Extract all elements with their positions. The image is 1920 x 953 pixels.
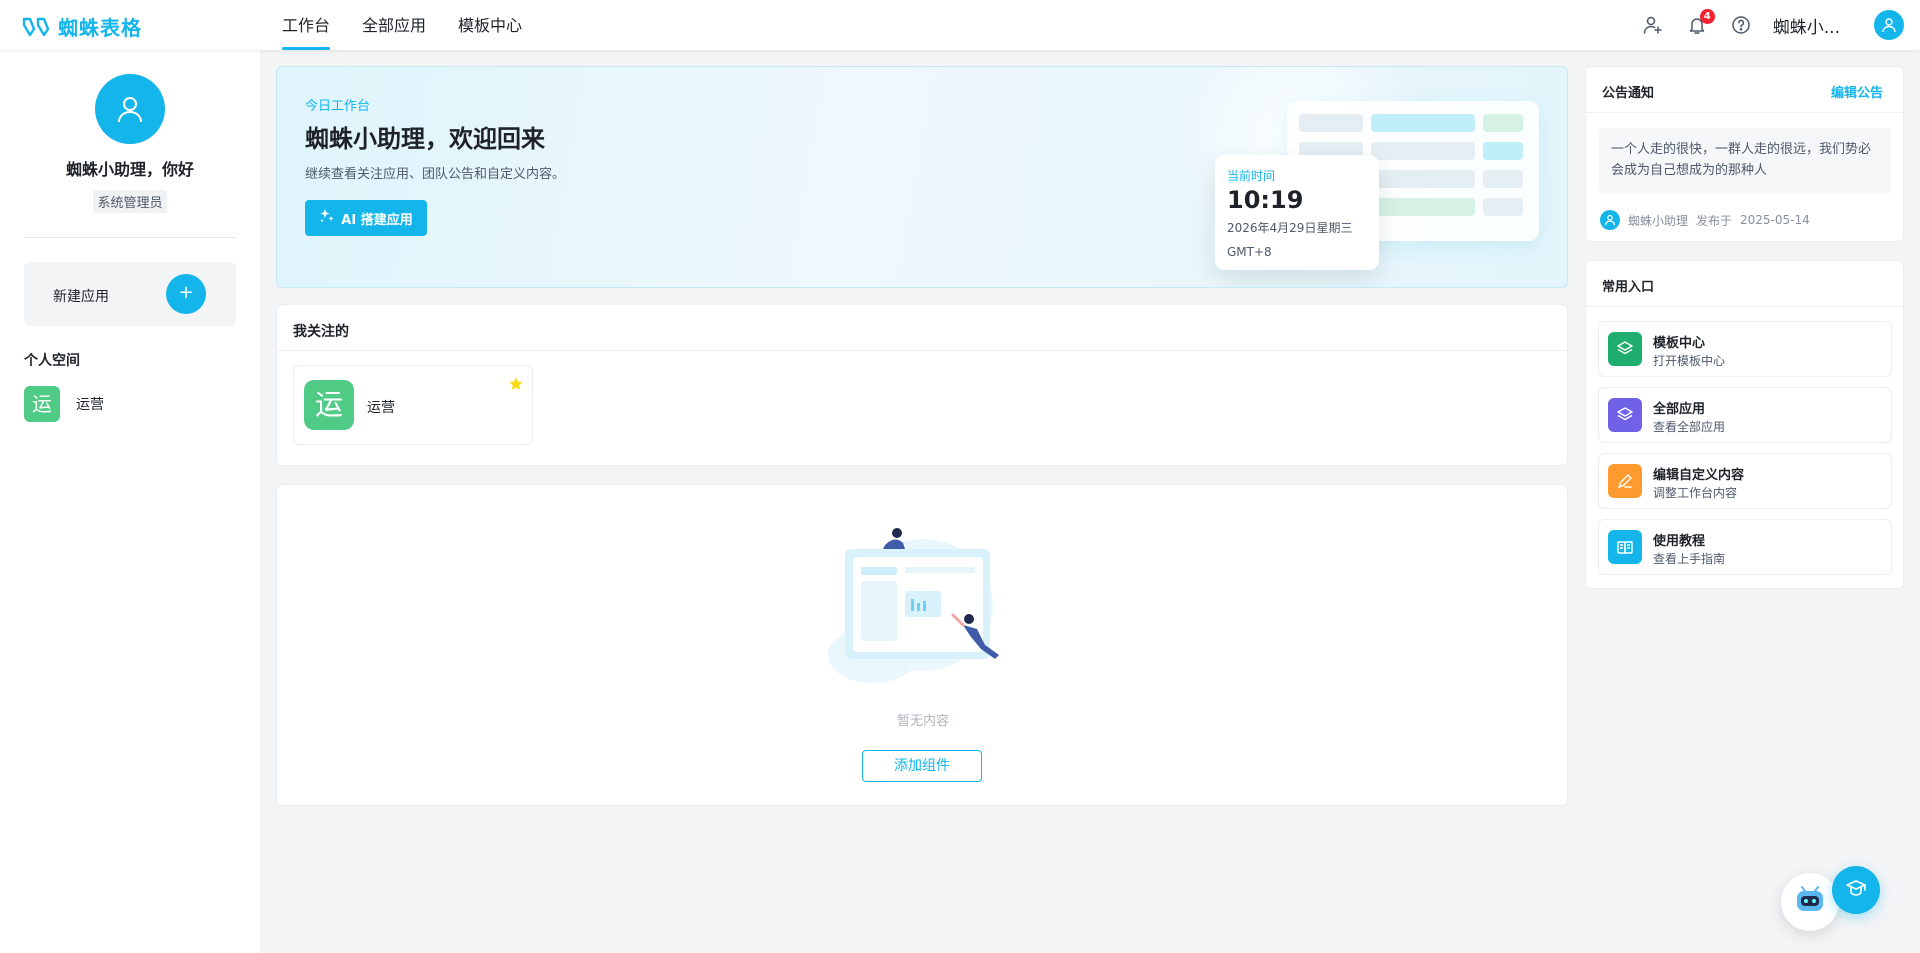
sidebar-item-label: 运营 xyxy=(76,397,104,413)
followed-app-operations[interactable]: 运 运营 xyxy=(293,365,533,445)
hero-title: 蜘蛛小助理，欢迎回来 xyxy=(305,125,545,153)
shortcut-desc: 打开模板中心 xyxy=(1653,354,1726,368)
welcome-hero: 今日工作台 蜘蛛小助理，欢迎回来 继续查看关注应用、团队公告和自定义内容。 AI… xyxy=(276,66,1568,288)
user-avatar-icon[interactable] xyxy=(1874,10,1904,40)
ai-build-app-label: AI 搭建应用 xyxy=(341,212,413,228)
shortcut-template-center[interactable]: 模板中心 打开模板中心 xyxy=(1598,321,1892,377)
ai-build-app-button[interactable]: AI 搭建应用 xyxy=(305,200,427,236)
sidebar-item-operations[interactable]: 运 运营 xyxy=(24,386,104,422)
followed-apps-card: 我关注的 运 运营 xyxy=(276,304,1568,466)
operations-app-icon: 运 xyxy=(24,386,60,422)
logo[interactable]: 蜘蛛表格 xyxy=(22,12,142,41)
main-nav: 工作台 全部应用 模板中心 xyxy=(282,0,522,50)
graduation-cap-icon xyxy=(1845,877,1867,903)
logo-icon xyxy=(22,15,52,39)
book-icon xyxy=(1608,530,1642,564)
shortcut-desc: 调整工作台内容 xyxy=(1653,486,1738,500)
tab-all-apps[interactable]: 全部应用 xyxy=(362,0,426,50)
personal-space-title: 个人空间 xyxy=(24,353,80,369)
layers-icon xyxy=(1608,398,1642,432)
clock-time: 10:19 xyxy=(1227,186,1304,214)
announcement-card: 公告通知 编辑公告 一个人走的很快，一群人走的很远，我们势必会成为自己想成为的那… xyxy=(1585,66,1904,242)
new-app-button[interactable]: + xyxy=(166,274,206,314)
operations-app-icon: 运 xyxy=(304,380,354,430)
followed-apps-title: 我关注的 xyxy=(277,305,1567,351)
shortcut-title: 模板中心 xyxy=(1653,336,1706,351)
clock-date: 2026年4月29日星期三 xyxy=(1227,221,1353,235)
role-badge: 系统管理员 xyxy=(93,190,167,213)
tutorial-float-button[interactable] xyxy=(1832,866,1880,914)
announcement-date: 2025-05-14 xyxy=(1740,213,1810,227)
clock-label: 当前时间 xyxy=(1227,169,1276,183)
empty-text: 暂无内容 xyxy=(896,714,949,729)
add-user-icon[interactable] xyxy=(1641,13,1665,37)
new-app-panel[interactable]: 新建应用 + xyxy=(24,262,236,326)
shortcut-desc: 查看全部应用 xyxy=(1653,420,1726,434)
top-bar: 蜘蛛表格 工作台 全部应用 模板中心 4 蜘蛛小... xyxy=(0,0,1920,50)
help-icon[interactable] xyxy=(1729,13,1753,37)
layers-icon xyxy=(1608,332,1642,366)
robot-icon xyxy=(1793,885,1827,919)
shortcut-title: 全部应用 xyxy=(1653,402,1706,417)
edit-icon xyxy=(1608,464,1642,498)
shortcuts-card: 常用入口 模板中心 打开模板中心 全部应用 查看全部应用 编辑自定义内容 调整工… xyxy=(1585,260,1904,589)
user-name[interactable]: 蜘蛛小... xyxy=(1773,13,1840,38)
current-time-card: 当前时间 10:19 2026年4月29日星期三 GMT+8 xyxy=(1215,155,1379,270)
shortcut-tutorial[interactable]: 使用教程 查看上手指南 xyxy=(1598,519,1892,575)
top-right-actions: 4 蜘蛛小... xyxy=(1641,0,1904,50)
edit-announcement-link[interactable]: 编辑公告 xyxy=(1831,82,1883,101)
bell-icon[interactable]: 4 xyxy=(1685,9,1715,37)
profile-avatar xyxy=(95,74,165,144)
shortcut-edit-custom-content[interactable]: 编辑自定义内容 调整工作台内容 xyxy=(1598,453,1892,509)
assistant-bot-button[interactable] xyxy=(1781,873,1839,931)
logo-text: 蜘蛛表格 xyxy=(58,16,142,40)
shortcuts-title: 常用入口 xyxy=(1586,261,1903,307)
notification-badge: 4 xyxy=(1699,9,1715,24)
add-widget-button[interactable]: 添加组件 xyxy=(862,750,982,782)
shortcut-title: 使用教程 xyxy=(1653,534,1706,549)
announcement-body: 一个人走的很快，一群人走的很远，我们势必会成为自己想成为的那种人 xyxy=(1599,128,1891,194)
hero-subtitle: 继续查看关注应用、团队公告和自定义内容。 xyxy=(305,167,566,182)
shortcut-desc: 查看上手指南 xyxy=(1653,552,1726,566)
tab-workbench[interactable]: 工作台 xyxy=(282,0,331,50)
new-app-label: 新建应用 xyxy=(53,289,109,305)
divider xyxy=(24,237,236,238)
author-avatar xyxy=(1600,210,1620,230)
star-icon[interactable] xyxy=(508,376,524,396)
shortcut-all-apps[interactable]: 全部应用 查看全部应用 xyxy=(1598,387,1892,443)
announcement-title: 公告通知 xyxy=(1602,86,1655,101)
custom-content-card: 暂无内容 添加组件 xyxy=(276,484,1568,806)
left-sidebar: 蜘蛛小助理，你好 系统管理员 新建应用 + 个人空间 运 运营 xyxy=(0,50,260,953)
followed-app-label: 运营 xyxy=(367,400,395,416)
empty-state-illustration xyxy=(823,525,1023,699)
profile-greeting: 蜘蛛小助理，你好 xyxy=(65,160,194,179)
announcement-meta: 蜘蛛小助理 发布于 2025-05-14 xyxy=(1600,210,1810,230)
sparkle-icon xyxy=(319,208,335,228)
announcement-published-prefix: 发布于 xyxy=(1696,213,1733,228)
tab-template-center[interactable]: 模板中心 xyxy=(458,0,522,50)
hero-kicker: 今日工作台 xyxy=(305,99,371,114)
clock-timezone: GMT+8 xyxy=(1227,245,1272,259)
announcement-author: 蜘蛛小助理 xyxy=(1628,213,1689,228)
shortcut-title: 编辑自定义内容 xyxy=(1653,468,1745,483)
